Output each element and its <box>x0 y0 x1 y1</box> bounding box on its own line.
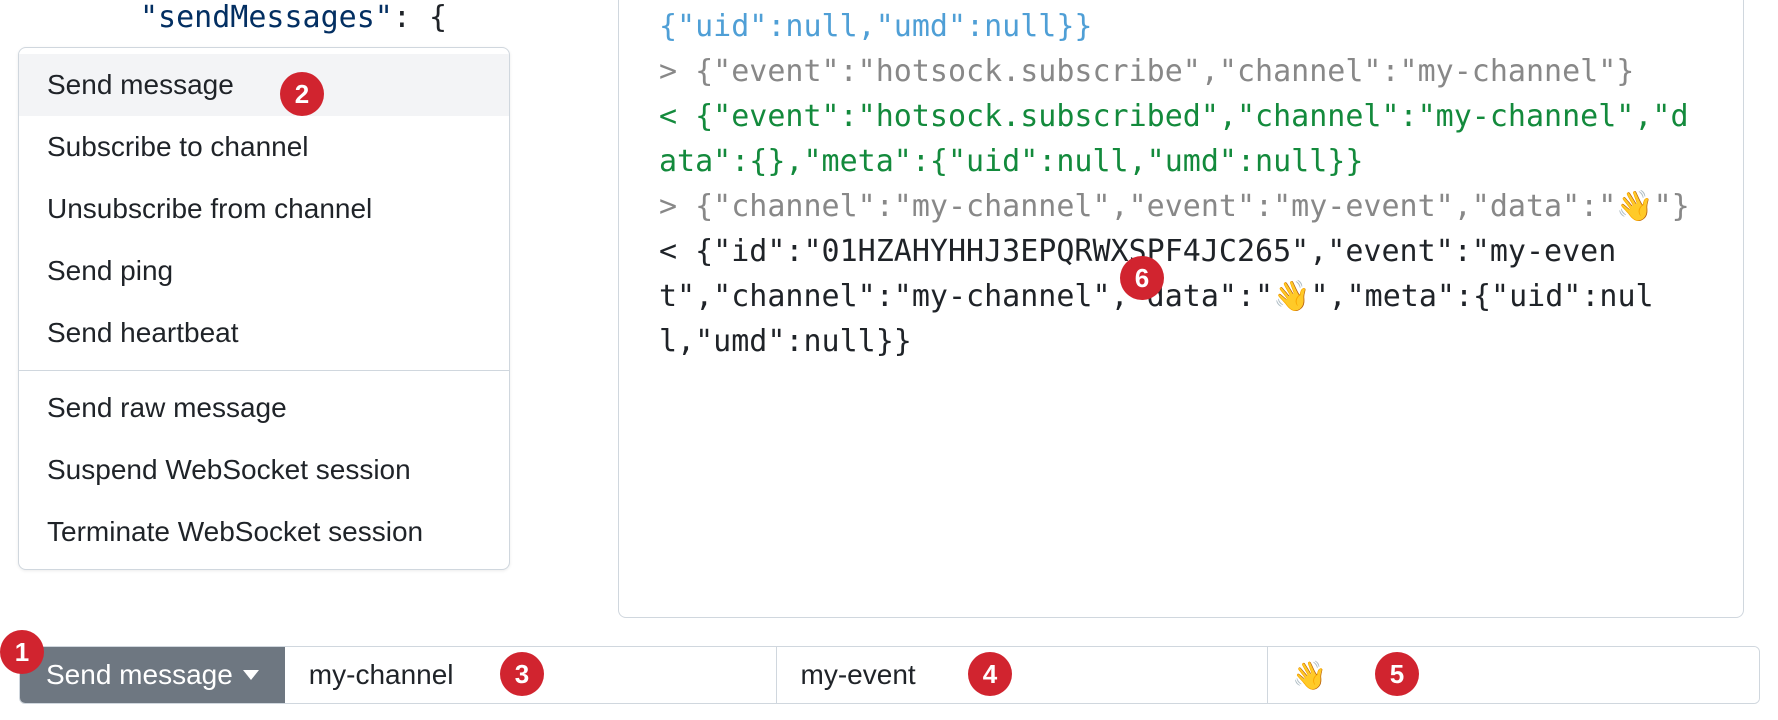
menu-item-send-message[interactable]: Send message <box>19 54 509 116</box>
log-line: > {"channel":"my-channel","event":"my-ev… <box>659 184 1703 229</box>
callout-badge-4: 4 <box>968 652 1012 696</box>
menu-item-unsubscribe[interactable]: Unsubscribe from channel <box>19 178 509 240</box>
callout-badge-3: 3 <box>500 652 544 696</box>
menu-item-label: Send heartbeat <box>47 317 239 349</box>
callout-badge-6: 6 <box>1120 256 1164 300</box>
menu-section-1: Send message Subscribe to channel Unsubs… <box>19 48 509 370</box>
event-input[interactable] <box>776 647 1268 703</box>
callout-badge-2: 2 <box>280 72 324 116</box>
callout-badge-5: 5 <box>1375 652 1419 696</box>
websocket-log[interactable]: {"uid":null,"umd":null}} > {"event":"hot… <box>618 0 1744 618</box>
send-menu: Send message Subscribe to channel Unsubs… <box>18 47 510 570</box>
menu-item-label: Send raw message <box>47 392 287 424</box>
button-label: Send message <box>46 659 233 691</box>
log-line: < {"event":"hotsock.subscribed","channel… <box>659 94 1703 184</box>
log-line: > {"event":"hotsock.subscribe","channel"… <box>659 49 1703 94</box>
menu-item-label: Unsubscribe from channel <box>47 193 372 225</box>
menu-item-label: Suspend WebSocket session <box>47 454 411 486</box>
menu-item-suspend-session[interactable]: Suspend WebSocket session <box>19 439 509 501</box>
menu-item-label: Send ping <box>47 255 173 287</box>
menu-item-label: Subscribe to channel <box>47 131 309 163</box>
callout-badge-1: 1 <box>0 630 44 674</box>
code-header: "sendMessages": { <box>140 0 447 35</box>
menu-section-2: Send raw message Suspend WebSocket sessi… <box>19 371 509 569</box>
menu-item-label: Terminate WebSocket session <box>47 516 423 548</box>
menu-item-subscribe[interactable]: Subscribe to channel <box>19 116 509 178</box>
log-line: < {"id":"01HZAHYHHJ3EPQRWXSPF4JC265","ev… <box>659 229 1703 364</box>
send-toolbar: Send message <box>19 646 1760 704</box>
data-input[interactable] <box>1267 647 1759 703</box>
menu-item-label: Send message <box>47 69 234 101</box>
menu-item-send-raw[interactable]: Send raw message <box>19 377 509 439</box>
chevron-down-icon <box>243 670 259 680</box>
log-line: {"uid":null,"umd":null}} <box>659 4 1703 49</box>
send-message-dropdown-button[interactable]: Send message <box>20 647 285 703</box>
menu-item-send-heartbeat[interactable]: Send heartbeat <box>19 302 509 364</box>
menu-item-send-ping[interactable]: Send ping <box>19 240 509 302</box>
menu-item-terminate-session[interactable]: Terminate WebSocket session <box>19 501 509 563</box>
